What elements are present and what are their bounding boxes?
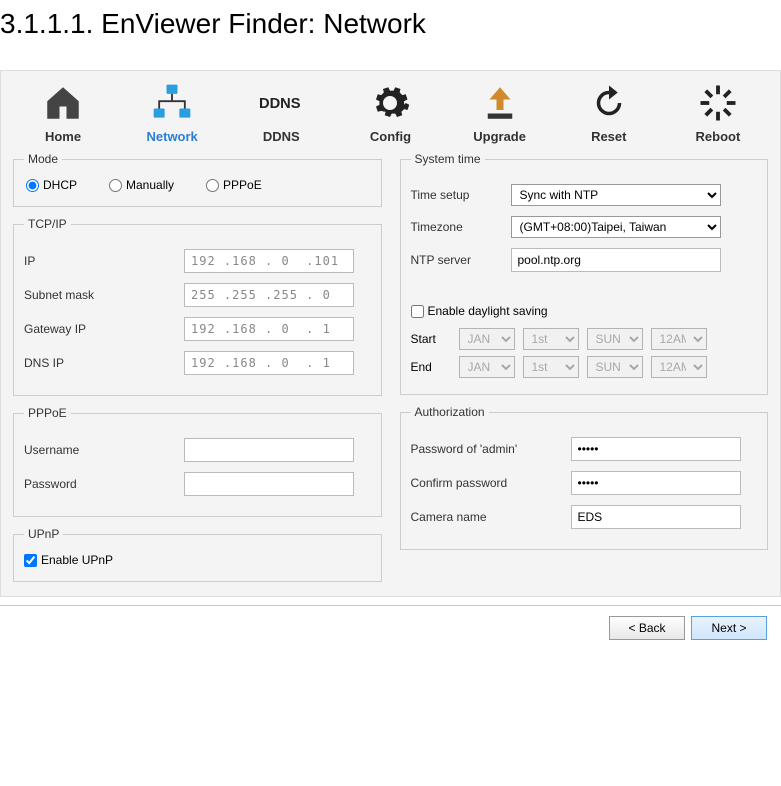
upnp-checkbox[interactable] <box>24 554 37 567</box>
tcpip-legend: TCP/IP <box>24 217 71 231</box>
left-column: Mode DHCP Manually PPPoE TCP/IP IP Subne… <box>13 152 382 592</box>
toolbar-upgrade[interactable]: Upgrade <box>460 81 540 144</box>
dst-start-day[interactable]: 1st <box>523 328 579 350</box>
toolbar-label: Reboot <box>696 129 741 144</box>
mode-legend: Mode <box>24 152 62 166</box>
toolbar-config[interactable]: Config <box>350 81 430 144</box>
toolbar-label: Network <box>147 129 198 144</box>
gear-icon <box>368 81 412 125</box>
toolbar-label: Config <box>370 129 411 144</box>
dns-input[interactable] <box>184 351 354 375</box>
admin-pwd-label: Password of 'admin' <box>411 442 571 456</box>
toolbar-label: Home <box>45 129 81 144</box>
upnp-fieldset: UPnP Enable UPnP <box>13 527 382 582</box>
wizard-footer: < Back Next > <box>0 605 781 650</box>
camera-name-input[interactable] <box>571 505 741 529</box>
dst-start-week[interactable]: SUN <box>587 328 643 350</box>
toolbar-reset[interactable]: Reset <box>569 81 649 144</box>
dst-end-day[interactable]: 1st <box>523 356 579 378</box>
tcpip-fieldset: TCP/IP IP Subnet mask Gateway IP DNS IP <box>13 217 382 396</box>
dst-start-hour[interactable]: 12AM <box>651 328 707 350</box>
pppoe-user-input[interactable] <box>184 438 354 462</box>
home-icon <box>41 81 85 125</box>
subnet-input[interactable] <box>184 283 354 307</box>
network-icon <box>150 81 194 125</box>
toolbar-home[interactable]: Home <box>23 81 103 144</box>
mode-manual[interactable]: Manually <box>109 178 174 192</box>
systime-fieldset: System time Time setupSync with NTP Time… <box>400 152 769 395</box>
pppoe-fieldset: PPPoE Username Password <box>13 406 382 517</box>
auth-fieldset: Authorization Password of 'admin' Confir… <box>400 405 769 550</box>
timesetup-select[interactable]: Sync with NTP <box>511 184 721 206</box>
toolbar-ddns[interactable]: DDNS DDNS <box>241 81 321 144</box>
dns-label: DNS IP <box>24 356 184 370</box>
dst-label: Enable daylight saving <box>428 304 548 318</box>
back-button[interactable]: < Back <box>609 616 685 640</box>
pppoe-pass-label: Password <box>24 477 184 491</box>
dst-end-week[interactable]: SUN <box>587 356 643 378</box>
reset-icon <box>587 81 631 125</box>
config-panel: Home Network DDNS DDNS Config Upgrade <box>0 70 781 597</box>
pppoe-pass-input[interactable] <box>184 472 354 496</box>
ddns-icon: DDNS <box>259 81 303 125</box>
confirm-pwd-label: Confirm password <box>411 476 571 490</box>
mode-pppoe[interactable]: PPPoE <box>206 178 262 192</box>
pppoe-legend: PPPoE <box>24 406 71 420</box>
dst-start-month[interactable]: JAN <box>459 328 515 350</box>
mode-dhcp-label: DHCP <box>43 178 77 192</box>
dst-end-label: End <box>411 360 451 374</box>
svg-text:DDNS: DDNS <box>259 96 301 112</box>
dst-end-hour[interactable]: 12AM <box>651 356 707 378</box>
toolbar-reboot[interactable]: Reboot <box>678 81 758 144</box>
ntp-label: NTP server <box>411 253 511 267</box>
subnet-label: Subnet mask <box>24 288 184 302</box>
dst-start-label: Start <box>411 332 451 346</box>
dst-checkbox[interactable] <box>411 305 424 318</box>
dst-end-month[interactable]: JAN <box>459 356 515 378</box>
mode-dhcp-radio[interactable] <box>26 179 39 192</box>
timesetup-label: Time setup <box>411 188 511 202</box>
mode-manual-radio[interactable] <box>109 179 122 192</box>
right-column: System time Time setupSync with NTP Time… <box>400 152 769 592</box>
next-button[interactable]: Next > <box>691 616 767 640</box>
ntp-input[interactable] <box>511 248 721 272</box>
toolbar-network[interactable]: Network <box>132 81 212 144</box>
mode-pppoe-radio[interactable] <box>206 179 219 192</box>
pppoe-user-label: Username <box>24 443 184 457</box>
camera-name-label: Camera name <box>411 510 571 524</box>
reboot-icon <box>696 81 740 125</box>
admin-pwd-input[interactable] <box>571 437 741 461</box>
ip-input[interactable] <box>184 249 354 273</box>
toolbar-label: Upgrade <box>473 129 526 144</box>
mode-manual-label: Manually <box>126 178 174 192</box>
upgrade-icon <box>478 81 522 125</box>
auth-legend: Authorization <box>411 405 489 419</box>
gateway-label: Gateway IP <box>24 322 184 336</box>
timezone-label: Timezone <box>411 220 511 234</box>
toolbar-label: Reset <box>591 129 626 144</box>
toolbar-label: DDNS <box>263 129 300 144</box>
mode-fieldset: Mode DHCP Manually PPPoE <box>13 152 382 207</box>
mode-pppoe-label: PPPoE <box>223 178 262 192</box>
upnp-legend: UPnP <box>24 527 63 541</box>
mode-dhcp[interactable]: DHCP <box>26 178 77 192</box>
gateway-input[interactable] <box>184 317 354 341</box>
confirm-pwd-input[interactable] <box>571 471 741 495</box>
systime-legend: System time <box>411 152 485 166</box>
ip-label: IP <box>24 254 184 268</box>
page-heading: 3.1.1.1. EnViewer Finder: Network <box>0 0 781 70</box>
toolbar: Home Network DDNS DDNS Config Upgrade <box>13 81 768 144</box>
upnp-label: Enable UPnP <box>41 553 113 567</box>
timezone-select[interactable]: (GMT+08:00)Taipei, Taiwan <box>511 216 721 238</box>
